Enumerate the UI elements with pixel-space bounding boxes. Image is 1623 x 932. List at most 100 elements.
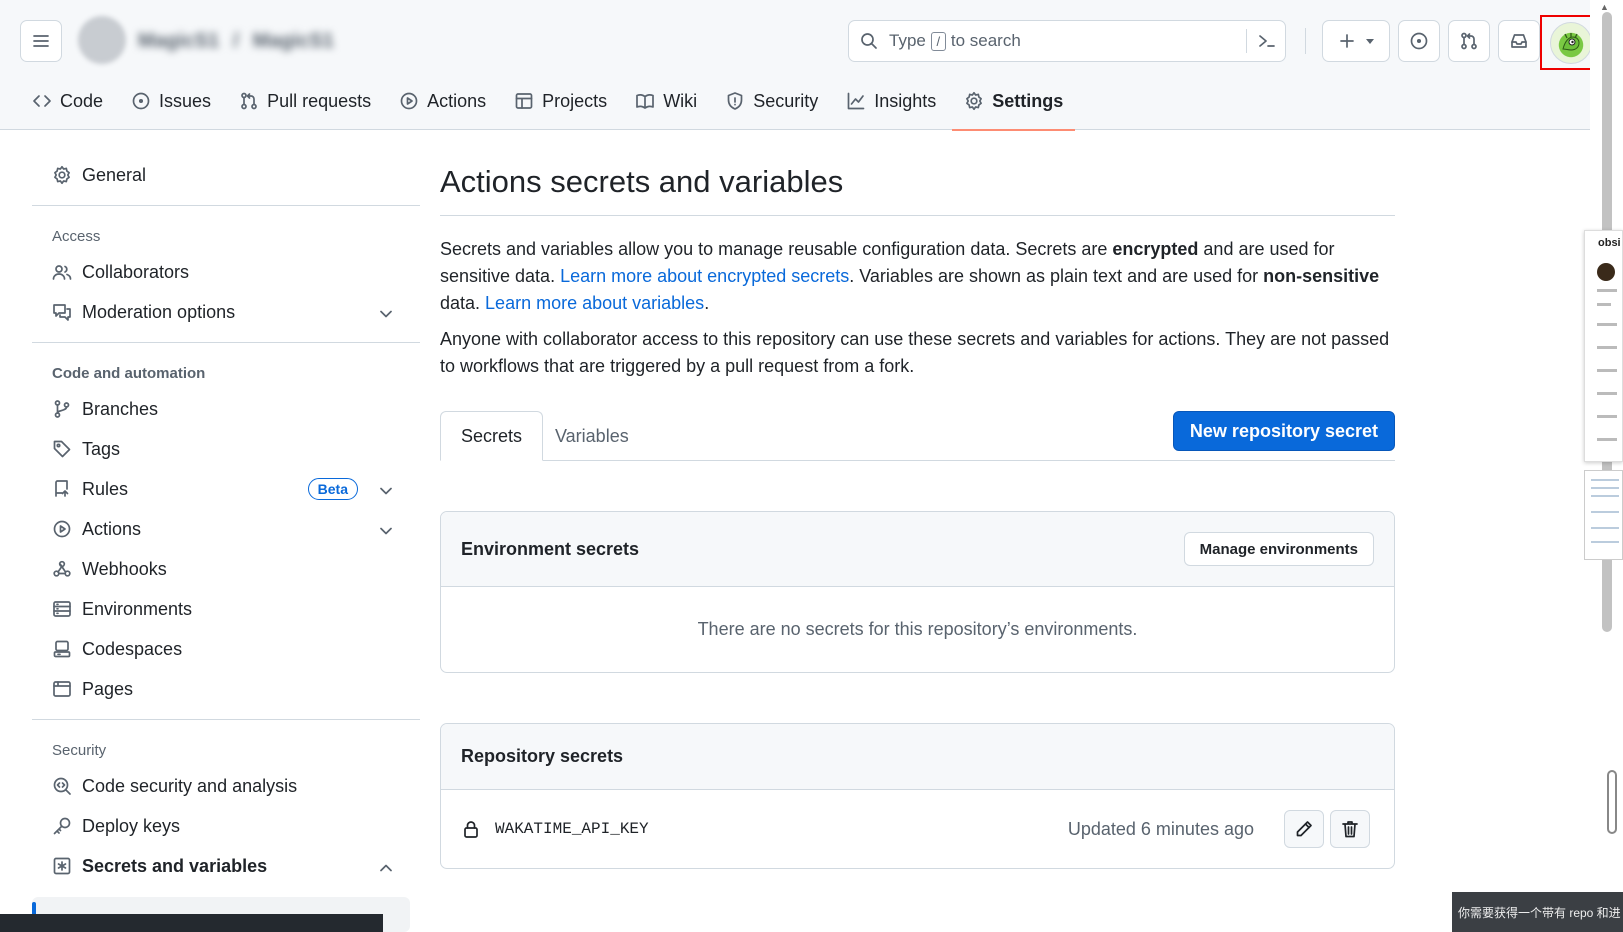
codespaces-icon xyxy=(53,640,71,658)
graph-icon xyxy=(847,92,865,110)
sidebar-item-collaborators[interactable]: Collaborators xyxy=(32,252,420,292)
command-palette-icon[interactable] xyxy=(1257,31,1277,51)
sidebar-divider xyxy=(32,205,420,206)
comment-discussion-icon xyxy=(53,304,71,321)
mini-scroll-handle[interactable] xyxy=(1607,770,1617,834)
tab-security[interactable]: Security xyxy=(713,80,830,122)
tab-variables[interactable]: Variables xyxy=(535,411,649,461)
codescan-icon xyxy=(53,777,71,795)
sidebar-item-codespaces[interactable]: Codespaces xyxy=(32,629,420,669)
learn-more-secrets-link[interactable]: Learn more about encrypted secrets xyxy=(560,266,849,286)
side-panel-line xyxy=(1597,369,1617,372)
github-logo[interactable] xyxy=(78,16,126,64)
tab-secrets[interactable]: Secrets xyxy=(440,411,544,461)
repository-secrets-box: Repository secrets WAKATIME_API_KEY Upda… xyxy=(440,723,1395,869)
bottom-status-bar xyxy=(0,914,383,932)
sidebar-item-deploy-keys[interactable]: Deploy keys xyxy=(32,806,420,846)
sidebar-item-secrets-and-variables[interactable]: Secrets and variables xyxy=(32,846,420,886)
git-branch-icon xyxy=(54,400,70,418)
side-panel-line xyxy=(1597,392,1617,395)
sidebar-item-label: Rules xyxy=(82,478,129,499)
sidebar-item-label: Code security and analysis xyxy=(82,775,298,796)
delete-secret-button[interactable] xyxy=(1330,810,1370,848)
search-input[interactable]: Type / to search xyxy=(848,20,1286,62)
tab-actions[interactable]: Actions xyxy=(387,80,498,122)
side-panel-line xyxy=(1597,323,1617,326)
side-popup-panel[interactable]: obsi xyxy=(1584,230,1623,462)
sidebar-item-environments[interactable]: Environments xyxy=(32,589,420,629)
git-pull-request-icon xyxy=(241,92,257,110)
avatar-dragon-icon xyxy=(1562,32,1580,51)
secret-name: WAKATIME_API_KEY xyxy=(495,820,649,838)
repo-breadcrumb[interactable]: MagicS1 / MagicS1 xyxy=(138,28,334,54)
thumb-line xyxy=(1591,541,1619,543)
play-icon xyxy=(400,92,418,110)
sidebar-item-label: Secrets and variables xyxy=(82,855,268,876)
repo-push-icon xyxy=(55,480,69,497)
tab-projects[interactable]: Projects xyxy=(502,80,619,122)
new-repository-secret-button[interactable]: New repository secret xyxy=(1172,411,1395,451)
tab-label: Pull requests xyxy=(267,90,372,111)
chevron-down-icon[interactable] xyxy=(376,521,396,541)
tab-issues[interactable]: Issues xyxy=(119,80,223,122)
chevron-down-icon[interactable] xyxy=(376,304,396,324)
tab-wiki[interactable]: Wiki xyxy=(623,80,709,122)
people-icon xyxy=(52,265,72,280)
issue-opened-icon xyxy=(1410,32,1428,50)
learn-more-variables-link[interactable]: Learn more about variables xyxy=(485,293,704,313)
your-pull-requests-button[interactable] xyxy=(1448,20,1490,62)
chevron-up-icon[interactable] xyxy=(376,858,396,878)
side-panel-avatar xyxy=(1597,263,1615,281)
scroll-up-arrow-icon[interactable]: ▲ xyxy=(1600,2,1609,12)
sidebar-item-rules[interactable]: Rules Beta xyxy=(32,469,420,509)
server-icon xyxy=(53,601,71,617)
edit-secret-button[interactable] xyxy=(1284,810,1324,848)
create-new-button[interactable] xyxy=(1322,20,1390,62)
sidebar-item-label: Tags xyxy=(82,438,121,459)
sidebar-divider xyxy=(32,342,420,343)
repo-nav-tabs: Code Issues Pull requests Actions Projec… xyxy=(20,80,1079,131)
manage-environments-button[interactable]: Manage environments xyxy=(1183,532,1374,566)
notifications-button[interactable] xyxy=(1498,20,1540,62)
search-placeholder: Type / to search xyxy=(889,31,1021,51)
lock-icon xyxy=(464,821,478,838)
sidebar-item-label: Codespaces xyxy=(82,638,183,659)
avatar[interactable] xyxy=(1550,21,1592,64)
tab-label: Actions xyxy=(427,90,487,111)
sidebar-item-pages[interactable]: Pages xyxy=(32,669,420,709)
repo-name[interactable]: MagicS1 xyxy=(253,30,334,53)
chevron-down-icon[interactable] xyxy=(376,481,396,501)
access-note: Anyone with collaborator access to this … xyxy=(440,329,1390,376)
thumb-line xyxy=(1591,479,1619,481)
code-icon xyxy=(33,95,51,107)
plus-icon xyxy=(1340,34,1354,48)
sidebar-item-branches[interactable]: Branches xyxy=(32,389,420,429)
hamburger-menu-button[interactable] xyxy=(20,20,62,62)
page-thumbnail-preview[interactable] xyxy=(1584,470,1623,560)
sidebar-heading-code-automation: Code and automation xyxy=(52,364,206,382)
tab-insights[interactable]: Insights xyxy=(834,80,948,122)
tab-label: Issues xyxy=(159,90,212,111)
tab-label: Code xyxy=(60,90,104,111)
sidebar-item-general[interactable]: General xyxy=(32,155,420,195)
thumb-line xyxy=(1591,495,1619,497)
sidebar-item-tags[interactable]: Tags xyxy=(32,429,420,469)
sidebar-item-code-security[interactable]: Code security and analysis xyxy=(32,766,420,806)
tab-code[interactable]: Code xyxy=(20,80,115,122)
play-icon xyxy=(53,520,71,538)
tab-settings[interactable]: Settings xyxy=(952,80,1076,131)
search-icon xyxy=(861,33,877,49)
sidebar-item-label: Environments xyxy=(82,598,193,619)
sidebar-item-webhooks[interactable]: Webhooks xyxy=(32,549,420,589)
repo-owner[interactable]: MagicS1 xyxy=(138,30,219,53)
sidebar-item-moderation-options[interactable]: Moderation options xyxy=(32,292,420,332)
tab-pull-requests[interactable]: Pull requests xyxy=(227,80,383,122)
secrets-variables-tabs: Secrets Variables New repository secret xyxy=(440,411,1395,461)
side-panel-line xyxy=(1597,289,1617,292)
sidebar-item-actions[interactable]: Actions xyxy=(32,509,420,549)
gear-icon xyxy=(966,91,983,111)
inbox-icon xyxy=(1511,34,1527,48)
issue-opened-icon xyxy=(132,92,150,110)
your-issues-button[interactable] xyxy=(1398,20,1440,62)
header-divider xyxy=(1305,28,1306,54)
